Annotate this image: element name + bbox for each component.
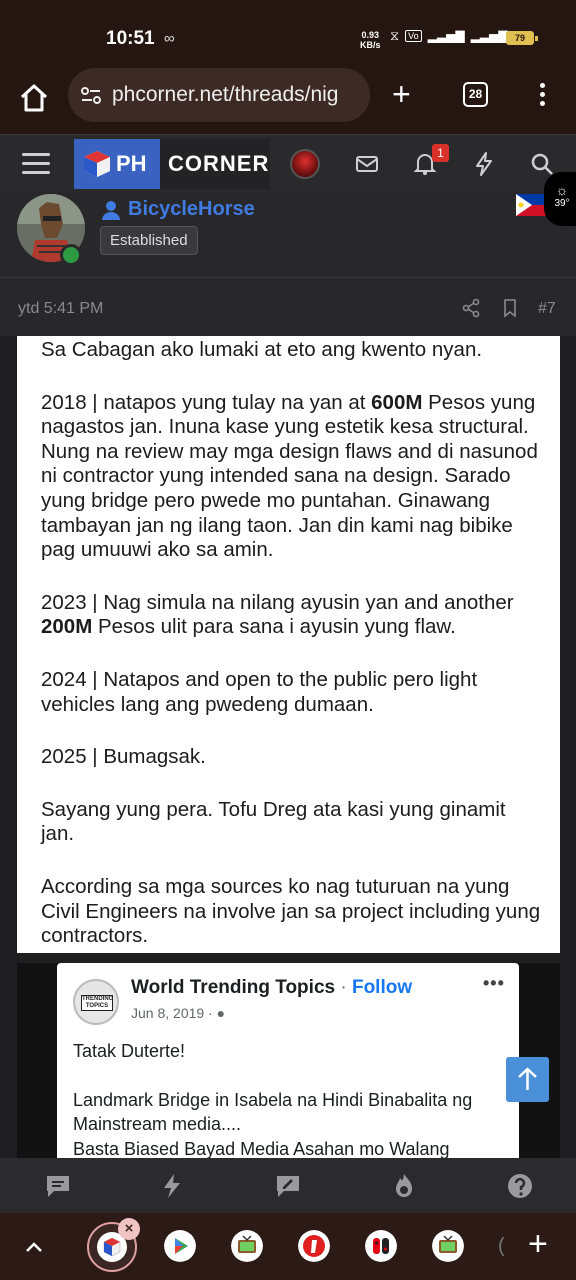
weather-icon: ☼ bbox=[555, 182, 569, 198]
close-app-icon[interactable]: × bbox=[118, 1218, 140, 1240]
signal-2-icon: ▂▃▅▇ bbox=[470, 29, 508, 43]
fb-text-line-1: Tatak Duterte! bbox=[73, 1041, 186, 1061]
post-paragraph-1: Sa Cabagan ako lumaki at eto ang kwento … bbox=[41, 338, 483, 361]
help-icon[interactable] bbox=[506, 1172, 534, 1200]
fb-date-line: Jun 8, 2019 · ● bbox=[131, 1005, 225, 1021]
fb-page-name-line: World Trending Topics · Follow bbox=[131, 977, 412, 999]
fb-date: Jun 8, 2019 · bbox=[131, 1005, 217, 1021]
user-title-badge: Established bbox=[100, 226, 198, 255]
post-username[interactable]: BicycleHorse bbox=[100, 198, 255, 221]
logo-cube-icon bbox=[84, 151, 110, 177]
more-menu-icon[interactable] bbox=[534, 80, 550, 110]
post-meta-bar: ytd 5:41 PM #7 bbox=[0, 278, 576, 336]
p3-amount: 200M bbox=[41, 615, 93, 639]
status-time: 10:51 bbox=[106, 28, 155, 49]
post-paragraph-2: 2018 | natapos yung tulay na yan at 600M… bbox=[41, 391, 542, 563]
red-app-icon[interactable] bbox=[298, 1230, 330, 1262]
logo-ph-block: PH bbox=[74, 139, 160, 189]
status-bar: 10:51 ∞ 0.93 KB/s ⧖ Vo ▂▃▅▇ ▂▃▅▇ 79 bbox=[0, 0, 576, 68]
write-post-icon[interactable] bbox=[274, 1172, 302, 1200]
forum-bottom-nav bbox=[0, 1158, 576, 1213]
fb-post-text: Tatak Duterte! Landmark Bridge in Isabel… bbox=[73, 1039, 513, 1158]
scroll-to-top-button[interactable] bbox=[506, 1057, 549, 1102]
hamburger-menu-icon[interactable] bbox=[22, 153, 50, 175]
play-store-icon[interactable] bbox=[164, 1230, 196, 1262]
logo-corner-text: CORNER bbox=[168, 151, 270, 176]
network-speed-unit: KB/s bbox=[360, 40, 381, 50]
post-paragraph-4: 2024 | Natapos and open to the public pe… bbox=[41, 667, 478, 716]
fb-text-line-3: Basta Biased Bayad Media Asahan mo Walan… bbox=[73, 1138, 450, 1159]
p3-text-a: 2023 | Nag simula na nilang ayusin yan a… bbox=[41, 590, 514, 614]
url-bar[interactable]: phcorner.net/threads/nig bbox=[68, 68, 370, 122]
add-app-button[interactable]: + bbox=[528, 1227, 548, 1261]
forum-header: PH CORNER bbox=[0, 134, 576, 192]
post-number-link[interactable]: #7 bbox=[538, 300, 556, 318]
home-icon[interactable] bbox=[18, 82, 50, 114]
inbox-icon[interactable] bbox=[354, 151, 380, 177]
fb-avatar-sign: TRENDING TOPICS bbox=[81, 995, 113, 1011]
embedded-image[interactable]: TRENDING TOPICS World Trending Topics · … bbox=[17, 963, 560, 1158]
post-paragraph-6: Sayang yung pera. Tofu Dreg ata kasi yun… bbox=[41, 797, 506, 846]
site-logo[interactable]: PH CORNER bbox=[74, 139, 270, 189]
tv-app-icon[interactable] bbox=[231, 1230, 263, 1262]
status-icons: ⧖ Vo ▂▃▅▇ ▂▃▅▇ bbox=[390, 28, 508, 44]
fb-avatar-text-2: TOPICS bbox=[85, 1003, 109, 1009]
account-avatar[interactable] bbox=[290, 149, 320, 179]
notification-badge: 1 bbox=[432, 144, 449, 162]
post-paragraph-5: 2025 | Bumagsak. bbox=[41, 745, 206, 769]
p2-amount: 600M bbox=[371, 390, 423, 414]
p2-text-a: 2018 | natapos yung tulay na yan at bbox=[41, 390, 372, 414]
fb-page-name: World Trending Topics bbox=[131, 977, 336, 998]
browser-toolbar: phcorner.net/threads/nig + 28 bbox=[0, 68, 576, 134]
network-speed: 0.93 KB/s bbox=[360, 30, 381, 50]
fb-separator: · bbox=[335, 977, 352, 998]
fb-page-avatar: TRENDING TOPICS bbox=[73, 979, 119, 1025]
app-taskbar: × (+ bbox=[0, 1213, 576, 1280]
search-icon[interactable] bbox=[529, 151, 555, 177]
post-author-bar: BicycleHorse Established bbox=[0, 192, 576, 278]
globe-icon: ● bbox=[216, 1005, 226, 1021]
new-tab-button[interactable]: + bbox=[392, 78, 411, 110]
hotspot-icon: ⧖ bbox=[390, 28, 400, 43]
weather-temp: 39° bbox=[554, 198, 570, 209]
post-timestamp[interactable]: ytd 5:41 PM bbox=[18, 300, 103, 318]
logo-ph-text: PH bbox=[116, 151, 147, 176]
fb-follow-link: Follow bbox=[351, 977, 413, 998]
battery-tip bbox=[535, 36, 538, 41]
chevron-up-icon[interactable] bbox=[22, 1235, 46, 1259]
partial-app-icon[interactable]: ( bbox=[498, 1235, 505, 1258]
volte-icon: Vo bbox=[405, 30, 422, 42]
network-speed-value: 0.93 bbox=[361, 30, 380, 40]
floating-weather-widget[interactable]: ☼ 39° bbox=[544, 172, 576, 226]
facebook-post-card: TRENDING TOPICS World Trending Topics · … bbox=[57, 963, 519, 1158]
switch-app-icon[interactable] bbox=[365, 1230, 397, 1262]
battery-icon: 79 bbox=[506, 31, 534, 45]
p3-text-b: Pesos ulit para sana i ayusin yung flaw. bbox=[92, 615, 456, 639]
hot-topics-icon[interactable] bbox=[390, 1172, 418, 1200]
post-paragraph-7: According sa mga sources ko nag tuturuan… bbox=[41, 874, 541, 948]
user-icon bbox=[102, 200, 120, 220]
screen: 10:51 ∞ 0.93 KB/s ⧖ Vo ▂▃▅▇ ▂▃▅▇ 79 phco… bbox=[0, 0, 576, 1280]
online-status-icon bbox=[60, 244, 82, 266]
lightning-icon[interactable] bbox=[158, 1172, 186, 1200]
threads-icon[interactable] bbox=[44, 1172, 72, 1200]
fb-more-icon: ••• bbox=[483, 973, 505, 993]
username-text: BicycleHorse bbox=[128, 198, 255, 220]
fb-avatar-text-1: TRENDING bbox=[82, 996, 114, 1002]
share-icon[interactable] bbox=[461, 298, 481, 318]
link-icon: ∞ bbox=[164, 30, 175, 47]
signal-icon: ▂▃▅▇ bbox=[427, 29, 465, 43]
post-body: Sa Cabagan ako lumaki at eto ang kwento … bbox=[17, 336, 560, 953]
post-paragraph-3: 2023 | Nag simula na nilang ayusin yan a… bbox=[41, 591, 542, 640]
p2-text-b: Pesos yung nagastos jan. Inuna kase yung… bbox=[41, 390, 538, 562]
url-text: phcorner.net/threads/nig bbox=[112, 83, 339, 106]
whats-new-icon[interactable] bbox=[471, 151, 497, 177]
tv-app-2-icon[interactable] bbox=[432, 1230, 464, 1262]
bookmark-icon[interactable] bbox=[500, 298, 520, 318]
site-settings-icon[interactable] bbox=[80, 85, 102, 107]
tab-switcher-button[interactable]: 28 bbox=[463, 82, 488, 107]
fb-text-line-2: Landmark Bridge in Isabela na Hindi Bina… bbox=[73, 1089, 473, 1135]
